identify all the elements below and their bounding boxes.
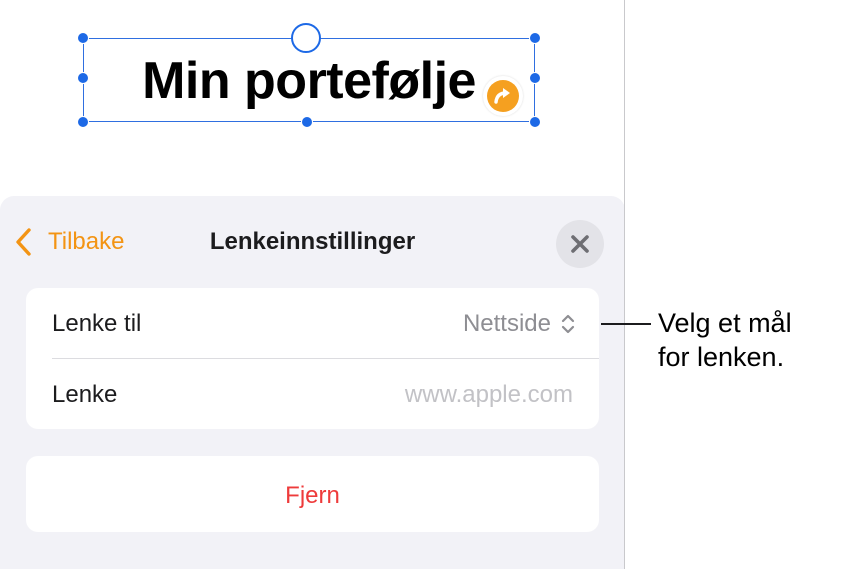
- chevron-up-down-icon: [561, 314, 575, 334]
- remove-link-label: Fjern: [285, 482, 340, 509]
- callout-text: Velg et mål for lenken.: [658, 306, 838, 374]
- link-to-value[interactable]: Nettside: [463, 310, 551, 338]
- resize-handle-bottom[interactable]: [301, 116, 313, 128]
- link-url-field[interactable]: www.apple.com: [405, 381, 573, 409]
- link-settings-sheet: Tilbake Lenkeinnstillinger Lenke til Net…: [0, 196, 624, 569]
- text-box-content[interactable]: Min portefølje: [84, 53, 534, 109]
- resize-handle-bottom-right[interactable]: [529, 116, 541, 128]
- link-row[interactable]: Lenke www.apple.com: [26, 359, 599, 429]
- resize-handle-bottom-left[interactable]: [77, 116, 89, 128]
- rotate-handle[interactable]: [291, 23, 321, 53]
- callout-line-2: for lenken.: [658, 342, 785, 372]
- link-settings-group: Lenke til Nettside Lenke www.apple.com: [26, 288, 599, 429]
- link-to-label: Lenke til: [52, 310, 142, 337]
- resize-handle-top-left[interactable]: [77, 32, 89, 44]
- resize-handle-top-right[interactable]: [529, 32, 541, 44]
- link-badge[interactable]: [483, 76, 523, 116]
- resize-handle-right[interactable]: [529, 72, 541, 84]
- sheet-title: Lenkeinnstillinger: [209, 228, 416, 255]
- close-icon: [571, 235, 589, 253]
- link-to-row[interactable]: Lenke til Nettside: [26, 288, 599, 359]
- ipad-screen: Min portefølje Tilbake Lenkeinnstillinge…: [0, 0, 625, 569]
- callout-line: [601, 323, 651, 325]
- resize-handle-left[interactable]: [77, 72, 89, 84]
- close-button[interactable]: [556, 220, 604, 268]
- remove-link-button[interactable]: Fjern: [26, 456, 599, 532]
- link-label: Lenke: [52, 381, 118, 408]
- callout-line-1: Velg et mål: [658, 308, 792, 338]
